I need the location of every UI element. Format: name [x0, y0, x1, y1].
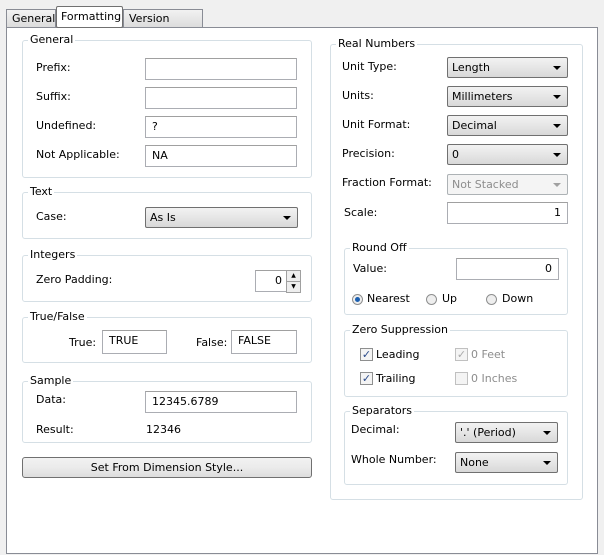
unit-type-label: Unit Type:: [342, 60, 397, 73]
scale-input[interactable]: 1: [447, 202, 568, 224]
tab-formatting[interactable]: Formatting: [56, 6, 123, 28]
text-title: Text: [28, 185, 55, 198]
trailing-label: Trailing: [376, 372, 416, 385]
down-label: Down: [502, 292, 534, 305]
down-radio[interactable]: [486, 294, 497, 305]
case-select[interactable]: As Is: [145, 207, 298, 228]
general-group: General Prefix: Suffix: Undefined: ? Not…: [22, 33, 312, 178]
result-value: 12346: [146, 423, 181, 436]
set-from-dimension-style-button[interactable]: Set From Dimension Style...: [22, 457, 312, 478]
decimal-value: '.' (Period): [460, 426, 516, 439]
whole-number-value: None: [460, 456, 489, 469]
sample-title: Sample: [28, 374, 74, 387]
zero-suppression-title: Zero Suppression: [350, 323, 450, 336]
text-group: Text Case: As Is: [22, 185, 312, 239]
unit-format-select[interactable]: Decimal: [447, 115, 568, 136]
units-value: Millimeters: [452, 90, 513, 103]
nearest-radio[interactable]: [352, 294, 363, 305]
units-label: Units:: [342, 89, 374, 102]
suffix-input[interactable]: [145, 87, 297, 109]
round-off-group: Round Off Value: 0 Nearest Up Down: [344, 241, 568, 315]
tab-version-history[interactable]: Version History: [123, 9, 203, 43]
fraction-format-label: Fraction Format:: [342, 176, 432, 189]
sample-group: Sample Data: 12345.6789 Result: 12346: [22, 374, 312, 443]
not-applicable-label: Not Applicable:: [36, 148, 120, 161]
fraction-format-value: Not Stacked: [452, 178, 519, 191]
general-title: General: [28, 33, 76, 46]
case-value: As Is: [150, 211, 176, 224]
up-label: Up: [442, 292, 458, 305]
whole-number-label: Whole Number:: [351, 453, 437, 466]
feet-label: 0 Feet: [471, 348, 506, 361]
chevron-down-icon: [553, 183, 561, 187]
inches-checkbox[interactable]: [455, 372, 468, 385]
inches-label: 0 Inches: [471, 372, 518, 385]
integers-title: Integers: [28, 248, 78, 261]
truefalse-group: True/False True: TRUE False: FALSE: [22, 310, 312, 363]
case-label: Case:: [36, 210, 67, 223]
chevron-down-icon: [553, 124, 561, 128]
integers-group: Integers Zero Padding: 0 ▲ ▼: [22, 248, 312, 302]
decimal-label: Decimal:: [351, 423, 400, 436]
chevron-down-icon: [553, 66, 561, 70]
decimal-select[interactable]: '.' (Period): [455, 422, 558, 443]
round-off-value-input[interactable]: 0: [456, 258, 559, 280]
precision-value: 0: [452, 148, 459, 161]
false-label: False:: [196, 336, 228, 349]
unit-format-label: Unit Format:: [342, 118, 411, 131]
chevron-down-icon: [543, 461, 551, 465]
separators-title: Separators: [350, 404, 415, 417]
real-numbers-title: Real Numbers: [336, 37, 418, 50]
unit-type-value: Length: [452, 61, 490, 74]
units-select[interactable]: Millimeters: [447, 86, 568, 107]
fraction-format-select[interactable]: Not Stacked: [447, 174, 568, 195]
truefalse-title: True/False: [28, 310, 87, 323]
round-off-title: Round Off: [350, 241, 409, 254]
suffix-label: Suffix:: [36, 90, 71, 103]
chevron-down-icon: [553, 95, 561, 99]
separators-group: Separators Decimal: '.' (Period) Whole N…: [344, 404, 568, 485]
sample-data-input[interactable]: 12345.6789: [145, 391, 297, 413]
chevron-down-icon: [543, 431, 551, 435]
scale-label: Scale:: [344, 206, 378, 219]
true-label: True:: [69, 336, 97, 349]
precision-select[interactable]: 0: [447, 144, 568, 165]
prefix-label: Prefix:: [36, 61, 71, 74]
spin-down-icon[interactable]: ▼: [286, 282, 301, 293]
up-radio[interactable]: [426, 294, 437, 305]
zero-padding-input[interactable]: 0: [255, 270, 287, 292]
unit-format-value: Decimal: [452, 119, 497, 132]
undefined-label: Undefined:: [36, 119, 97, 132]
tab-general[interactable]: General: [6, 9, 56, 27]
feet-checkbox[interactable]: ✓: [455, 348, 468, 361]
leading-checkbox[interactable]: ✓: [360, 348, 373, 361]
false-input[interactable]: FALSE: [231, 330, 297, 354]
nearest-label: Nearest: [367, 292, 410, 305]
spin-up-icon[interactable]: ▲: [286, 270, 301, 282]
true-input[interactable]: TRUE: [102, 330, 167, 354]
chevron-down-icon: [553, 153, 561, 157]
zero-suppression-group: Zero Suppression ✓ Leading ✓ 0 Feet ✓ Tr…: [344, 323, 568, 397]
chevron-down-icon: [283, 216, 291, 220]
prefix-input[interactable]: [145, 58, 297, 80]
trailing-checkbox[interactable]: ✓: [360, 372, 373, 385]
unit-type-select[interactable]: Length: [447, 57, 568, 78]
leading-label: Leading: [376, 348, 420, 361]
undefined-input[interactable]: ?: [145, 116, 297, 138]
precision-label: Precision:: [342, 147, 395, 160]
result-label: Result:: [36, 423, 74, 436]
zero-padding-spinner[interactable]: ▲ ▼: [286, 270, 301, 293]
zero-padding-label: Zero Padding:: [36, 273, 113, 286]
data-label: Data:: [36, 393, 66, 406]
round-off-value-label: Value:: [353, 262, 387, 275]
whole-number-select[interactable]: None: [455, 452, 558, 473]
not-applicable-input[interactable]: NA: [145, 145, 297, 167]
